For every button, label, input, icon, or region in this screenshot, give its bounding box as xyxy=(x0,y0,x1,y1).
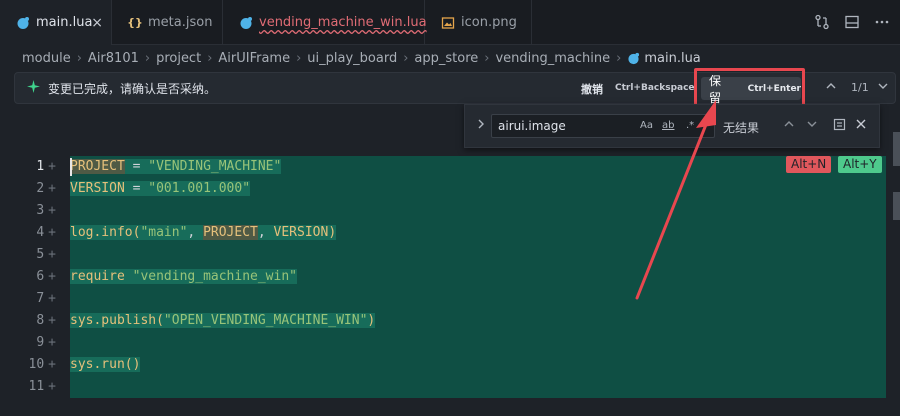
line-number: 1 + xyxy=(36,159,56,174)
split-editor-icon[interactable] xyxy=(844,14,860,30)
lua-icon xyxy=(627,52,640,65)
scrollbar-marker xyxy=(893,192,900,220)
keep-shortcut: Ctrl+Enter xyxy=(747,83,801,94)
chevron-right-icon: › xyxy=(296,50,302,66)
more-actions-icon[interactable] xyxy=(874,14,890,30)
breadcrumb-item[interactable]: AirUIFrame xyxy=(218,51,290,66)
line-number: 5 + xyxy=(36,247,56,262)
code-line: VERSION = "001.001.000" xyxy=(70,181,251,196)
previous-change-icon[interactable] xyxy=(825,80,837,95)
chevron-right-icon: › xyxy=(207,50,213,66)
previous-match-icon[interactable] xyxy=(783,118,795,133)
json-icon: {} xyxy=(127,16,143,29)
breadcrumb-file[interactable]: main.lua xyxy=(627,50,701,66)
keep-label: 保留 xyxy=(709,73,722,105)
undo-button[interactable]: 撤销 xyxy=(581,81,603,97)
chevron-right-icon: › xyxy=(403,50,409,66)
line-number: 9 + xyxy=(36,335,56,350)
tab-icon-png[interactable]: icon.png xyxy=(425,0,532,45)
undo-shortcut: Ctrl+Backspace xyxy=(615,83,695,93)
close-icon[interactable] xyxy=(855,118,867,133)
tab-meta-json[interactable]: {} meta.json xyxy=(112,0,223,45)
find-result-count: 无结果 xyxy=(723,121,760,135)
breadcrumb-item[interactable]: module xyxy=(22,51,71,66)
find-in-selection-icon[interactable] xyxy=(833,118,846,134)
tab-label: vending_machine_win.lua xyxy=(259,15,427,30)
compare-changes-icon[interactable] xyxy=(814,14,830,30)
code-line: PROJECT = "VENDING_MACHINE" xyxy=(70,159,282,174)
code-line: require "vending_machine_win" xyxy=(70,269,297,284)
next-match-icon[interactable] xyxy=(806,118,818,133)
tab-label: main.lua xyxy=(36,15,93,30)
line-number: 8 + xyxy=(36,313,56,328)
match-case-icon[interactable]: Aa xyxy=(640,120,653,131)
find-widget: airui.image Aa ab .* 无结果 xyxy=(464,104,880,148)
image-icon xyxy=(441,16,455,30)
line-number: 11 + xyxy=(28,379,56,394)
code-line: log.info("main", PROJECT, VERSION) xyxy=(70,225,337,240)
change-counter: 1/1 xyxy=(851,81,869,94)
next-change-icon[interactable] xyxy=(877,80,889,95)
tab-bar: main.lua × {} meta.json vending_machine_… xyxy=(0,0,900,45)
line-number: 7 + xyxy=(36,291,56,306)
find-input-value: airui.image xyxy=(498,119,566,133)
line-number: 3 + xyxy=(36,203,56,218)
text-cursor xyxy=(70,158,72,176)
tab-main-lua[interactable]: main.lua × xyxy=(0,0,112,45)
chevron-right-icon: › xyxy=(484,50,490,66)
match-whole-word-icon[interactable]: ab xyxy=(662,120,674,131)
line-number: 10 + xyxy=(28,357,56,372)
find-input[interactable]: airui.image Aa ab .* xyxy=(491,114,715,138)
accept-change-button[interactable]: Alt+Y xyxy=(838,156,882,173)
line-number: 4 + xyxy=(36,225,56,240)
breadcrumb-item[interactable]: Air8101 xyxy=(88,51,139,66)
breadcrumb-item[interactable]: ui_play_board xyxy=(307,51,397,66)
keep-button[interactable]: 保留 Ctrl+Enter xyxy=(701,74,801,105)
line-number: 2 + xyxy=(36,181,56,196)
chevron-right-icon: › xyxy=(616,50,622,66)
lua-icon xyxy=(16,16,30,30)
code-line: sys.run() xyxy=(70,357,141,372)
sparkle-icon xyxy=(27,79,40,97)
scrollbar-thumb[interactable] xyxy=(893,132,900,166)
toggle-replace-icon[interactable] xyxy=(475,118,487,134)
breadcrumb-item[interactable]: project xyxy=(156,51,201,66)
use-regex-icon[interactable]: .* xyxy=(686,120,694,131)
breadcrumb-item[interactable]: app_store xyxy=(414,51,478,66)
chevron-right-icon: › xyxy=(144,50,151,66)
close-icon[interactable]: × xyxy=(91,15,103,31)
breadcrumb-item: main.lua xyxy=(644,50,701,66)
line-number: 6 + xyxy=(36,269,56,284)
code-line: sys.publish("OPEN_VENDING_MACHINE_WIN") xyxy=(70,313,376,328)
review-message: 变更已完成，请确认是否采纳。 xyxy=(48,81,217,96)
tab-vending-machine-win[interactable]: vending_machine_win.lua xyxy=(223,0,427,45)
reject-change-button[interactable]: Alt+N xyxy=(786,156,832,173)
chevron-right-icon: › xyxy=(76,50,82,66)
breadcrumb-item[interactable]: vending_machine xyxy=(495,51,610,66)
tab-label: icon.png xyxy=(461,15,517,30)
lua-icon xyxy=(239,16,253,30)
editor-actions xyxy=(814,14,890,30)
change-review-bar: 变更已完成，请确认是否采纳。 撤销 Ctrl+Backspace 保留 Ctrl… xyxy=(14,72,896,105)
tab-label: meta.json xyxy=(148,15,213,30)
breadcrumb: module › Air8101 › project › AirUIFrame › ui… xyxy=(0,45,900,71)
